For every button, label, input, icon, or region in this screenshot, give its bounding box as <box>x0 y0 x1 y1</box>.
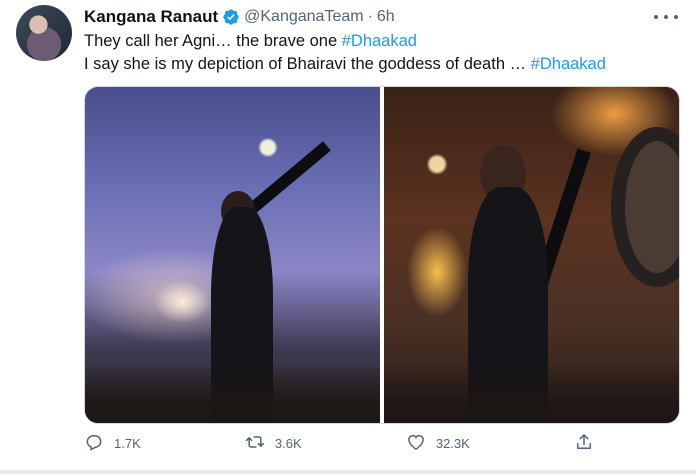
avatar[interactable] <box>16 5 72 61</box>
share-icon <box>574 432 594 455</box>
hashtag-link[interactable]: #Dhaakad <box>531 55 606 73</box>
reply-button[interactable]: 1.7K <box>84 432 141 455</box>
photo-1[interactable] <box>85 87 380 423</box>
rubble-shade <box>85 363 380 423</box>
heart-icon <box>406 432 426 455</box>
share-button[interactable] <box>574 432 594 455</box>
retweet-icon <box>245 432 265 455</box>
line-1-text: They call her Agni… the brave one <box>84 32 342 50</box>
tweet-line-1: They call her Agni… the brave one #Dhaak… <box>84 30 606 53</box>
tire-shape <box>611 127 679 287</box>
tweet: Kangana Ranaut @KanganaTeam · 6h They ca… <box>0 0 696 474</box>
divider <box>0 470 696 474</box>
photo-2[interactable] <box>384 87 679 423</box>
action-bar: 1.7K 3.6K 32.3K <box>84 432 594 455</box>
tweet-text: They call her Agni… the brave one #Dhaak… <box>84 30 606 76</box>
retweet-button[interactable]: 3.6K <box>245 432 302 455</box>
author-name[interactable]: Kangana Ranaut <box>84 7 218 27</box>
more-icon[interactable] <box>654 8 678 26</box>
like-count: 32.3K <box>435 436 470 451</box>
timestamp[interactable]: 6h <box>377 8 395 26</box>
reply-count: 1.7K <box>114 436 141 451</box>
verified-badge-icon <box>222 8 240 26</box>
rubble-shade <box>384 363 679 423</box>
line-2-text: I say she is my depiction of Bhairavi th… <box>84 55 531 73</box>
tweet-header: Kangana Ranaut @KanganaTeam · 6h <box>84 7 395 27</box>
media-grid <box>84 86 680 424</box>
like-button[interactable]: 32.3K <box>406 432 470 455</box>
separator-dot: · <box>367 8 373 25</box>
tweet-line-2: I say she is my depiction of Bhairavi th… <box>84 53 606 76</box>
reply-icon <box>84 432 104 455</box>
hashtag-link[interactable]: #Dhaakad <box>342 32 417 50</box>
retweet-count: 3.6K <box>274 436 302 451</box>
author-handle[interactable]: @KanganaTeam <box>244 8 363 26</box>
